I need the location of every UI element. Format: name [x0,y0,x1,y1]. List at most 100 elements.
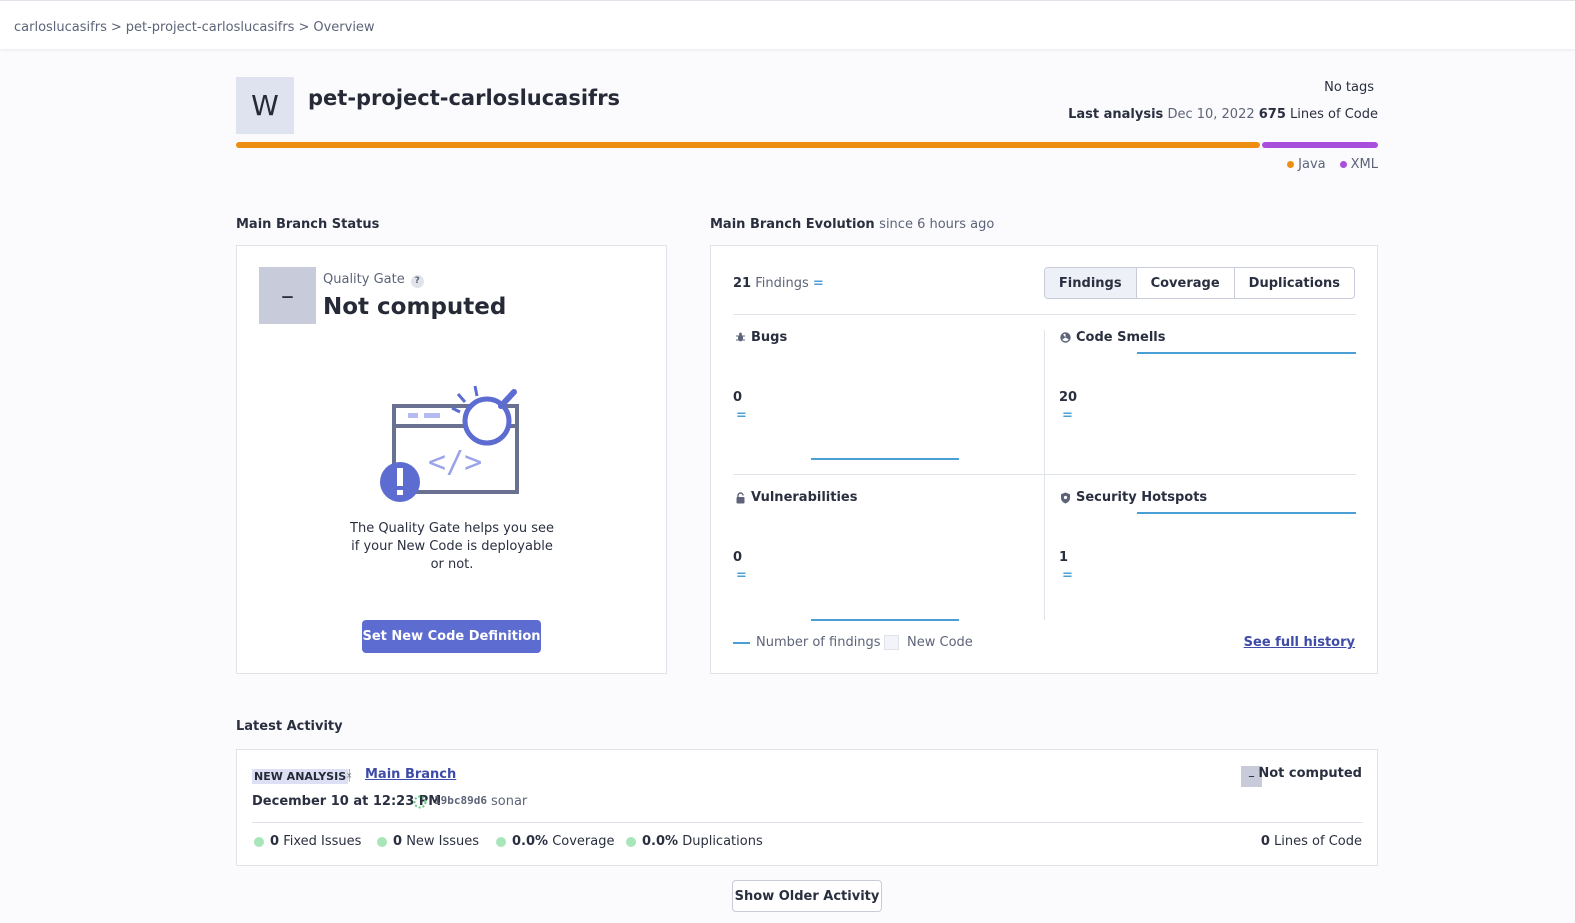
bugs-sparkline [811,458,959,460]
help-icon[interactable]: ? [410,275,424,288]
activity-user: sonar [491,794,528,809]
findings-summary: 21 Findings = [733,276,824,291]
metric-code-smells-trend-icon: = [1062,408,1073,423]
shield-icon [1061,492,1070,503]
findings-label: Findings [755,276,809,291]
status-dot-icon [254,836,264,847]
new-analysis-badge: NEW ANALYSIS [252,769,349,784]
code-smell-icon [1060,332,1071,343]
stat-fixed-issues-value: 0 [270,834,280,849]
metric-code-smells[interactable]: Code Smells [1060,330,1166,345]
status-dot-icon [496,836,506,847]
stat-new-issues[interactable]: 0 New Issues [377,834,479,849]
findings-trend-icon: = [812,276,824,291]
breadcrumb-overview-link[interactable]: Overview [313,20,374,35]
last-analysis-info: Last analysis Dec 10, 2022 675 Lines of … [1068,107,1378,122]
tab-duplications[interactable]: Duplications [1234,268,1354,298]
metric-vulnerabilities-value[interactable]: 0 [733,550,742,565]
commit-icon [413,795,427,813]
legend-findings-swatch [733,642,750,644]
activity-card: NEW ANALYSIS ᚼ Main Branch – Not compute… [236,749,1378,866]
metric-bugs-label: Bugs [751,330,788,345]
stat-fixed-issues-label: Fixed Issues [283,834,362,849]
project-avatar: W [236,77,294,134]
language-legend-label: XML [1350,157,1378,172]
breadcrumb: carloslucasifrs > pet-project-carloslucasi… [14,20,375,35]
metric-vulnerabilities-trend-icon: = [736,568,747,583]
divider [733,314,1356,315]
last-analysis-date: Dec 10, 2022 [1167,107,1255,122]
security-hotspots-sparkline [1137,512,1356,514]
status-dot-icon [377,836,387,847]
metric-code-smells-label: Code Smells [1076,330,1166,345]
metric-bugs[interactable]: Bugs [735,330,787,345]
breadcrumb-org-link[interactable]: carloslucasifrs [14,20,107,35]
quality-gate-card: – Quality Gate? Not computed </> The Qua… [236,245,667,674]
loc-label: Lines of Code [1290,107,1378,122]
bug-icon [736,332,745,342]
quality-gate-description: The Quality Gate helps you see if your N… [350,521,554,572]
quality-gate-label-text: Quality Gate [323,272,405,287]
breadcrumb-separator: > [298,20,310,35]
set-new-code-definition-button[interactable]: Set New Code Definition [362,620,541,653]
svg-text:</>: </> [428,445,482,480]
main-branch-status-title: Main Branch Status [236,217,380,232]
language-legend: Java XML [1287,157,1378,172]
metric-code-smells-value[interactable]: 20 [1059,390,1077,405]
project-title: pet-project-carloslucasifrs [308,86,621,110]
legend-new-code-label: New Code [907,635,973,650]
language-legend-item: Java [1287,157,1326,172]
evolution-tabs: Findings Coverage Duplications [1043,267,1355,299]
language-legend-item: XML [1339,157,1378,172]
metric-security-hotspots-value[interactable]: 1 [1059,550,1068,565]
tab-findings[interactable]: Findings [1044,268,1137,298]
evolution-card: 21 Findings = Findings Coverage Duplicat… [710,245,1378,674]
stat-new-issues-label: New Issues [406,834,480,849]
code-smells-sparkline [1137,352,1356,354]
evolution-title-text: Main Branch Evolution [710,217,875,232]
stat-fixed-issues[interactable]: 0 Fixed Issues [254,834,361,849]
language-dot-icon [1287,161,1295,168]
language-segment-xml [1261,142,1378,148]
divider [1044,330,1045,620]
top-bar: carloslucasifrs > pet-project-carloslucasi… [0,0,1575,49]
breadcrumb-separator: > [110,20,122,35]
divider [252,822,1363,823]
see-full-history-link[interactable]: See full history [1244,635,1355,650]
legend-new-code-swatch [884,635,899,650]
metric-security-hotspots-label: Security Hotspots [1076,490,1208,505]
stat-coverage[interactable]: 0.0% Coverage [496,834,615,849]
activity-loc: 0 Lines of Code [1261,834,1362,849]
tab-coverage[interactable]: Coverage [1136,268,1235,298]
evolution-since: since 6 hours ago [879,217,995,232]
language-dot-icon [1339,161,1347,168]
commit-hash[interactable]: 19bc89d6 [434,794,487,807]
language-segment-java [236,142,1260,148]
stat-new-issues-value: 0 [393,834,403,849]
branch-icon: ᚼ [345,768,354,784]
breadcrumb-project-link[interactable]: pet-project-carloslucasifrs [126,20,295,35]
latest-activity-title: Latest Activity [236,719,343,734]
main-branch-evolution-title: Main Branch Evolution since 6 hours ago [710,217,994,232]
quality-gate-illustration: </> [380,384,530,513]
metric-bugs-trend-icon: = [736,408,747,423]
metric-security-hotspots[interactable]: Security Hotspots [1060,490,1207,505]
vulnerabilities-sparkline [811,619,959,621]
stat-duplications-value: 0.0% [642,834,679,849]
lock-icon [736,491,745,503]
quality-gate-status-box: – [259,267,316,324]
stat-duplications[interactable]: 0.0% Duplications [626,834,763,849]
metric-vulnerabilities[interactable]: Vulnerabilities [735,490,857,505]
metric-bugs-value[interactable]: 0 [733,390,742,405]
legend-findings-label: Number of findings [756,635,881,650]
main-branch-link[interactable]: Main Branch [365,767,456,782]
stat-coverage-value: 0.0% [512,834,549,849]
project-tags[interactable]: No tags [1324,80,1374,95]
show-older-activity-button[interactable]: Show Older Activity [732,880,882,912]
activity-loc-value: 0 [1260,834,1270,849]
activity-loc-label: Lines of Code [1274,834,1362,849]
activity-status-label: Not computed [1258,766,1362,781]
stat-coverage-label: Coverage [552,834,615,849]
loc-count: 675 [1258,107,1286,122]
findings-count: 21 [733,276,752,291]
